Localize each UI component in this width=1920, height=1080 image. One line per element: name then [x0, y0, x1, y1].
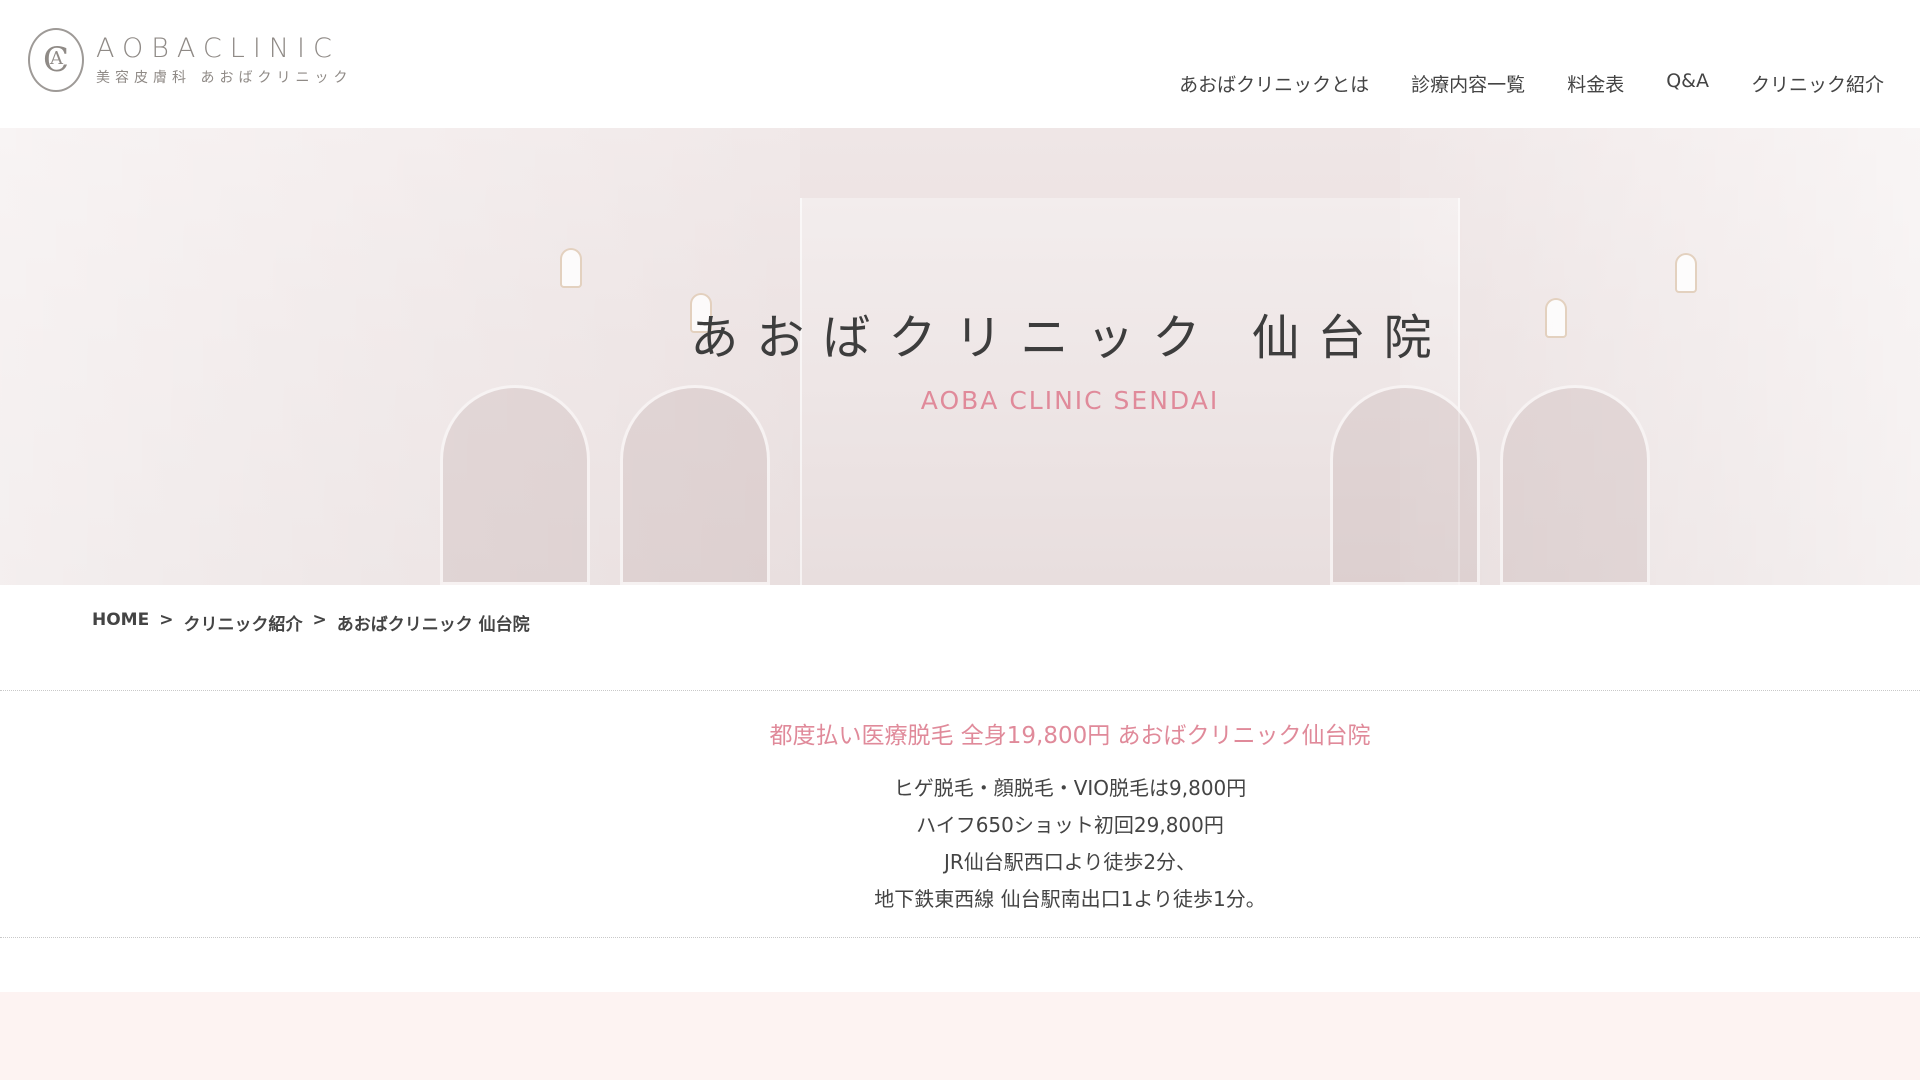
page-title: あおばクリニック 仙台院 [690, 310, 1450, 366]
intro-lines: ヒゲ脱毛・顔脱毛・VIO脱毛は9,800円 ハイフ650ショット初回29,800… [0, 770, 1920, 918]
hero-banner: あおばクリニック 仙台院 AOBA CLINIC SENDAI [0, 128, 1920, 585]
breadcrumb-clinics[interactable]: クリニック紹介 [183, 610, 302, 635]
intro-heading: 都度払い医療脱毛 全身19,800円 あおばクリニック仙台院 [769, 723, 1371, 749]
clinic-logo[interactable]: CA AOBACLINIC 美容皮膚科 あおばクリニック [28, 28, 352, 92]
intro-line: ハイフ650ショット初回29,800円 [916, 813, 1224, 837]
page-subtitle: AOBA CLINIC SENDAI [920, 386, 1220, 415]
hero-arch-decoration [440, 385, 590, 585]
main-nav: あおばクリニックとは 診療内容一覧 料金表 Q&A クリニック紹介 [1179, 70, 1884, 97]
nav-item-about[interactable]: あおばクリニックとは [1179, 70, 1369, 97]
hero-lamp-decoration [560, 248, 582, 288]
nav-item-treatments[interactable]: 診療内容一覧 [1411, 70, 1525, 97]
hero-lamp-decoration [1675, 253, 1697, 293]
logo-subtitle: 美容皮膚科 あおばクリニック [96, 70, 353, 86]
nav-item-qa[interactable]: Q&A [1666, 70, 1709, 97]
nav-item-prices[interactable]: 料金表 [1567, 70, 1624, 97]
breadcrumb-separator: > [312, 610, 327, 630]
hero-arch-decoration [1500, 385, 1650, 585]
hero-arch-decoration [620, 385, 770, 585]
hero-arch-decoration [1330, 385, 1480, 585]
intro-line: 地下鉄東西線 仙台駅南出口1より徒歩1分。 [874, 887, 1266, 911]
logo-name: AOBACLINIC [96, 33, 340, 64]
breadcrumb-home[interactable]: HOME [92, 610, 149, 635]
intro-line: ヒゲ脱毛・顔脱毛・VIO脱毛は9,800円 [893, 776, 1247, 800]
breadcrumb: HOME > クリニック紹介 > あおばクリニック 仙台院 [92, 610, 530, 635]
intro-line: JR仙台駅西口より徒歩2分、 [943, 850, 1197, 874]
nav-item-clinics[interactable]: クリニック紹介 [1751, 70, 1884, 97]
site-header: CA AOBACLINIC 美容皮膚科 あおばクリニック あおばクリニックとは … [0, 0, 1920, 128]
section-band [0, 992, 1920, 1080]
divider [0, 690, 1920, 691]
divider [0, 937, 1920, 938]
clinic-intro: 都度払い医療脱毛 全身19,800円 あおばクリニック仙台院 ヒゲ脱毛・顔脱毛・… [0, 716, 1920, 918]
logo-text: AOBACLINIC 美容皮膚科 あおばクリニック [96, 33, 352, 87]
breadcrumb-separator: > [159, 610, 174, 630]
breadcrumb-current: あおばクリニック 仙台院 [336, 615, 530, 635]
logo-mark-icon: CA [28, 28, 84, 92]
